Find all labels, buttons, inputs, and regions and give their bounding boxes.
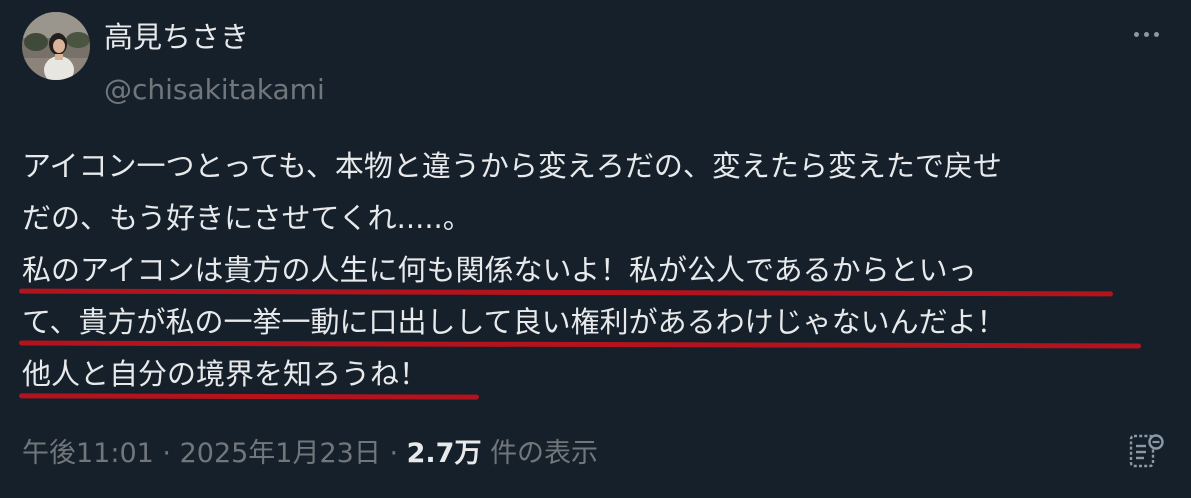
tweet-text-line: だの、もう好きにさせてくれ.....。 bbox=[22, 201, 472, 235]
more-horizontal-icon bbox=[1143, 31, 1149, 37]
views-label: 件の表示 bbox=[490, 438, 599, 469]
tweet-text-line-underlined: 私のアイコンは貴方の人生に何も関係ないよ！私が公人であるからといっ bbox=[22, 248, 1182, 300]
meta-separator: · bbox=[162, 438, 171, 469]
tweet-text-line: アイコン一つとっても、本物と違うから変えろだの、変えたら変えたで戻せ bbox=[22, 149, 1002, 183]
tweet-text-line-underlined: 他人と自分の境界を知ろうね！ bbox=[22, 352, 1182, 404]
tweet-time[interactable]: 午後11:01 bbox=[22, 438, 154, 469]
analytics-icon[interactable] bbox=[1126, 432, 1166, 472]
tweet-text-line-underlined: て、貴方が私の一挙一動に口出しして良い権利があるわけじゃないんだよ！ bbox=[22, 300, 1182, 352]
tweet-text: アイコン一つとっても、本物と違うから変えろだの、変えたら変えたで戻せ だの、もう… bbox=[22, 144, 1182, 404]
tweet-meta: 午後11:01 · 2025年1月23日 · 2.7万 件の表示 bbox=[22, 432, 598, 476]
more-horizontal-icon bbox=[1133, 31, 1139, 37]
meta-separator: · bbox=[389, 438, 399, 469]
more-options-button[interactable] bbox=[1124, 20, 1168, 48]
avatar-photo bbox=[22, 12, 90, 80]
tweet-date[interactable]: 2025年1月23日 bbox=[180, 438, 381, 469]
tweet: 高見ちさき @chisakitakami アイコン一つとっても、本物と違うから変… bbox=[0, 0, 1191, 498]
user-handle[interactable]: @chisakitakami bbox=[104, 72, 325, 108]
more-horizontal-icon bbox=[1153, 31, 1159, 37]
avatar[interactable] bbox=[22, 12, 90, 80]
display-name[interactable]: 高見ちさき bbox=[104, 18, 249, 56]
views-count: 2.7万 bbox=[406, 438, 482, 469]
